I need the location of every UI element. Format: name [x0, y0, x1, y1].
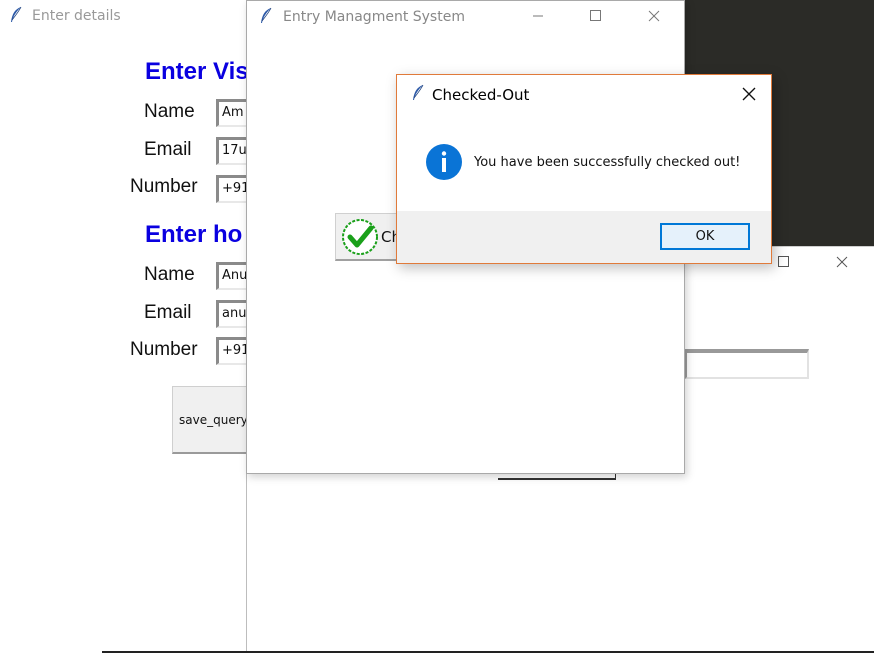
maximize-icon: [590, 10, 601, 21]
visitor-email-label: Email: [144, 139, 192, 160]
window-title: Entry Managment System: [283, 9, 465, 25]
text-input[interactable]: [685, 349, 809, 379]
host-heading: Enter ho: [145, 221, 243, 248]
close-button[interactable]: [631, 1, 677, 31]
minimize-icon: [533, 15, 543, 17]
close-icon: [648, 10, 660, 22]
feather-icon: [261, 7, 272, 23]
host-email-label: Email: [144, 302, 192, 323]
window-title: Enter details: [32, 8, 121, 24]
maximize-icon: [778, 256, 789, 267]
dialog-title: Checked-Out: [432, 86, 530, 104]
minimize-button[interactable]: [515, 1, 561, 31]
feather-icon: [413, 84, 424, 100]
checked-out-dialog: Checked-Out You have been successfully c…: [396, 74, 772, 264]
host-name-label: Name: [144, 264, 195, 285]
visitor-name-label: Name: [144, 101, 195, 122]
visitor-number-label: Number: [130, 176, 198, 197]
visitor-heading: Enter Vis: [145, 58, 249, 85]
dialog-message: You have been successfully checked out!: [474, 155, 741, 170]
close-icon: [836, 256, 848, 268]
dialog-close-button[interactable]: [737, 83, 761, 105]
info-icon: [426, 144, 462, 180]
close-icon: [742, 87, 756, 101]
ok-button[interactable]: OK: [660, 223, 750, 250]
host-number-label: Number: [130, 339, 198, 360]
dialog-footer: OK: [397, 211, 771, 263]
feather-icon: [11, 6, 22, 22]
checkmark-icon: [342, 219, 378, 255]
close-button[interactable]: [819, 247, 865, 277]
maximize-button[interactable]: [573, 1, 619, 31]
